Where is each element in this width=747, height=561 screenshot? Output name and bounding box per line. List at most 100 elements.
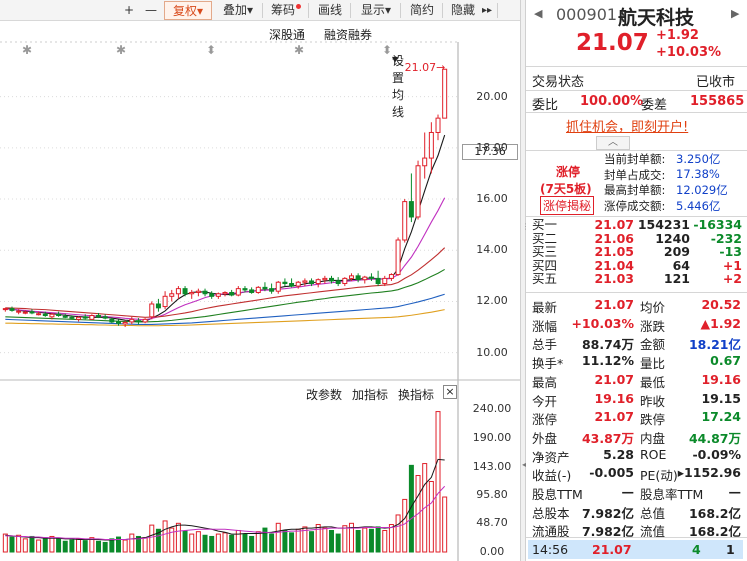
yincang-button[interactable]: 隐藏 xyxy=(446,1,480,20)
buy-order-row[interactable]: 买二 21.06 1240 -232 xyxy=(532,231,742,246)
tick-time: 14:56 xyxy=(532,542,569,557)
notification-dot-icon xyxy=(296,4,301,9)
volume-bar xyxy=(435,411,441,553)
volume-bar xyxy=(56,538,62,553)
jianyue-button[interactable]: 简约 xyxy=(404,1,440,20)
stat-value: 44.87万 xyxy=(688,430,741,446)
volume-ma-line xyxy=(5,458,445,541)
trade-status-label: 交易状态 xyxy=(532,75,585,90)
limit-secret-button[interactable]: 涨停揭秘 xyxy=(540,196,595,215)
candle-body xyxy=(315,279,321,285)
current-price: 21.07 xyxy=(576,30,649,56)
stat-value: +10.03% xyxy=(571,315,634,331)
stat-value: 21.07 xyxy=(594,371,634,387)
candle-body xyxy=(115,321,121,324)
candle-body xyxy=(309,280,315,285)
stat-label: ROE xyxy=(640,446,667,462)
volume-tick-label: 95.80 xyxy=(476,487,508,501)
candle-body xyxy=(169,293,175,297)
ma20-line xyxy=(5,247,446,318)
candle-body xyxy=(96,315,102,318)
order-change: +2 xyxy=(722,271,742,286)
prev-stock-icon[interactable]: ◀ xyxy=(534,7,542,20)
huanzhibiao-link[interactable]: 换指标 xyxy=(398,386,434,403)
volume-tick-label: 48.70 xyxy=(476,515,508,529)
volume-bar xyxy=(388,524,394,553)
volume-bar xyxy=(102,541,108,553)
stat-label: 股息率TTM xyxy=(640,487,704,502)
huaxian-button[interactable]: 画线 xyxy=(312,1,348,20)
xianshi-button[interactable]: 显示▾ xyxy=(354,1,398,20)
limit-row-value: 12.029亿 xyxy=(676,183,728,197)
next-stock-icon[interactable]: ▶ xyxy=(731,7,739,20)
diejia-button[interactable]: 叠加▾ xyxy=(216,1,260,20)
stat-label: 总股本 xyxy=(532,505,570,521)
zoom-out-button[interactable]: — xyxy=(142,1,160,20)
stat-value: 17.24 xyxy=(701,409,741,425)
chouma-button[interactable]: 筹码 xyxy=(266,1,306,20)
candle-body xyxy=(229,291,235,296)
stat-label: 涨停 xyxy=(532,412,558,428)
order-volume: 209 xyxy=(663,244,690,259)
volume-bar xyxy=(189,533,195,553)
open-account-link[interactable]: 抓住机会，即刻开户! xyxy=(566,116,688,135)
more-arrows-icon[interactable]: ▸▸ xyxy=(480,1,494,20)
jiazhibiao-link[interactable]: 加指标 xyxy=(352,386,388,403)
volume-bar xyxy=(202,534,208,553)
fuquan-button[interactable]: 复权▾ xyxy=(164,1,212,20)
rongzi-link[interactable]: 融资融券 xyxy=(324,26,372,43)
buy-order-row[interactable]: 买五 21.03 121 +2 xyxy=(532,272,742,286)
candle-body xyxy=(36,313,42,316)
volume-bar xyxy=(135,535,141,553)
trade-status-value: 已收市 xyxy=(696,75,736,90)
stat-label: 昨收 xyxy=(640,393,666,409)
volume-bar xyxy=(89,537,95,553)
stat-label: 均价 xyxy=(640,300,666,315)
volume-ma-line xyxy=(5,485,446,540)
volume-bar xyxy=(69,539,75,553)
candle-body xyxy=(335,280,341,285)
order-change: -16334 xyxy=(693,217,742,232)
xianshi-label: 显示 xyxy=(360,3,385,17)
zoom-in-button[interactable]: + xyxy=(120,1,138,20)
price-tick-label: 12.00 xyxy=(476,294,508,308)
volume-bar xyxy=(122,539,128,553)
candle-body xyxy=(408,201,414,218)
limit-row-label: 涨停成交额: xyxy=(604,198,666,213)
gaicanshu-link[interactable]: 改参数 xyxy=(306,386,342,403)
price-tick-label: 10.00 xyxy=(476,345,508,359)
stat-label: 内盘 xyxy=(640,430,666,446)
volume-bar xyxy=(16,534,22,553)
stat-label: PE(动) xyxy=(640,468,678,484)
shengutong-link[interactable]: 深股通 xyxy=(269,26,305,43)
candle-body xyxy=(155,303,161,309)
candle-body xyxy=(415,165,421,218)
volume-bar xyxy=(215,533,221,553)
volume-bar xyxy=(29,535,35,553)
volume-bar xyxy=(375,526,381,553)
buy-order-row[interactable]: 买一 21.07 154231 -16334 xyxy=(532,218,742,232)
stat-value: 19.16 xyxy=(594,390,634,406)
order-price: 21.03 xyxy=(594,271,634,286)
volume-bar xyxy=(275,522,281,553)
ma60-line xyxy=(5,293,445,326)
stat-value: 7.982亿 xyxy=(581,505,634,521)
volume-bar xyxy=(169,527,175,553)
volume-bar xyxy=(342,525,348,553)
candlestick-chart[interactable]: ✱ ✱ ⬍ ✱ ⬍ xyxy=(0,0,520,561)
volume-bar xyxy=(96,540,102,553)
candle-body xyxy=(122,321,128,325)
stat-value: 21.07 xyxy=(594,297,634,312)
tick-row[interactable]: 14:56 21.07 4 1 xyxy=(528,540,743,559)
buy-order-row[interactable]: 买三 21.05 209 -13 xyxy=(532,245,742,259)
close-indicator-button[interactable]: × xyxy=(443,385,457,399)
volume-bar xyxy=(182,530,188,553)
buy-order-row[interactable]: 买四 21.04 64 +1 xyxy=(532,258,742,273)
stat-label: 最新 xyxy=(532,300,558,315)
volume-bar xyxy=(82,540,88,553)
volume-bar xyxy=(382,529,388,553)
limit-up-tag: 涨停 xyxy=(556,165,581,179)
last-price-value: 21.07 xyxy=(404,61,437,74)
volume-bar xyxy=(415,475,421,553)
collapse-button[interactable]: ︿ xyxy=(596,136,630,150)
